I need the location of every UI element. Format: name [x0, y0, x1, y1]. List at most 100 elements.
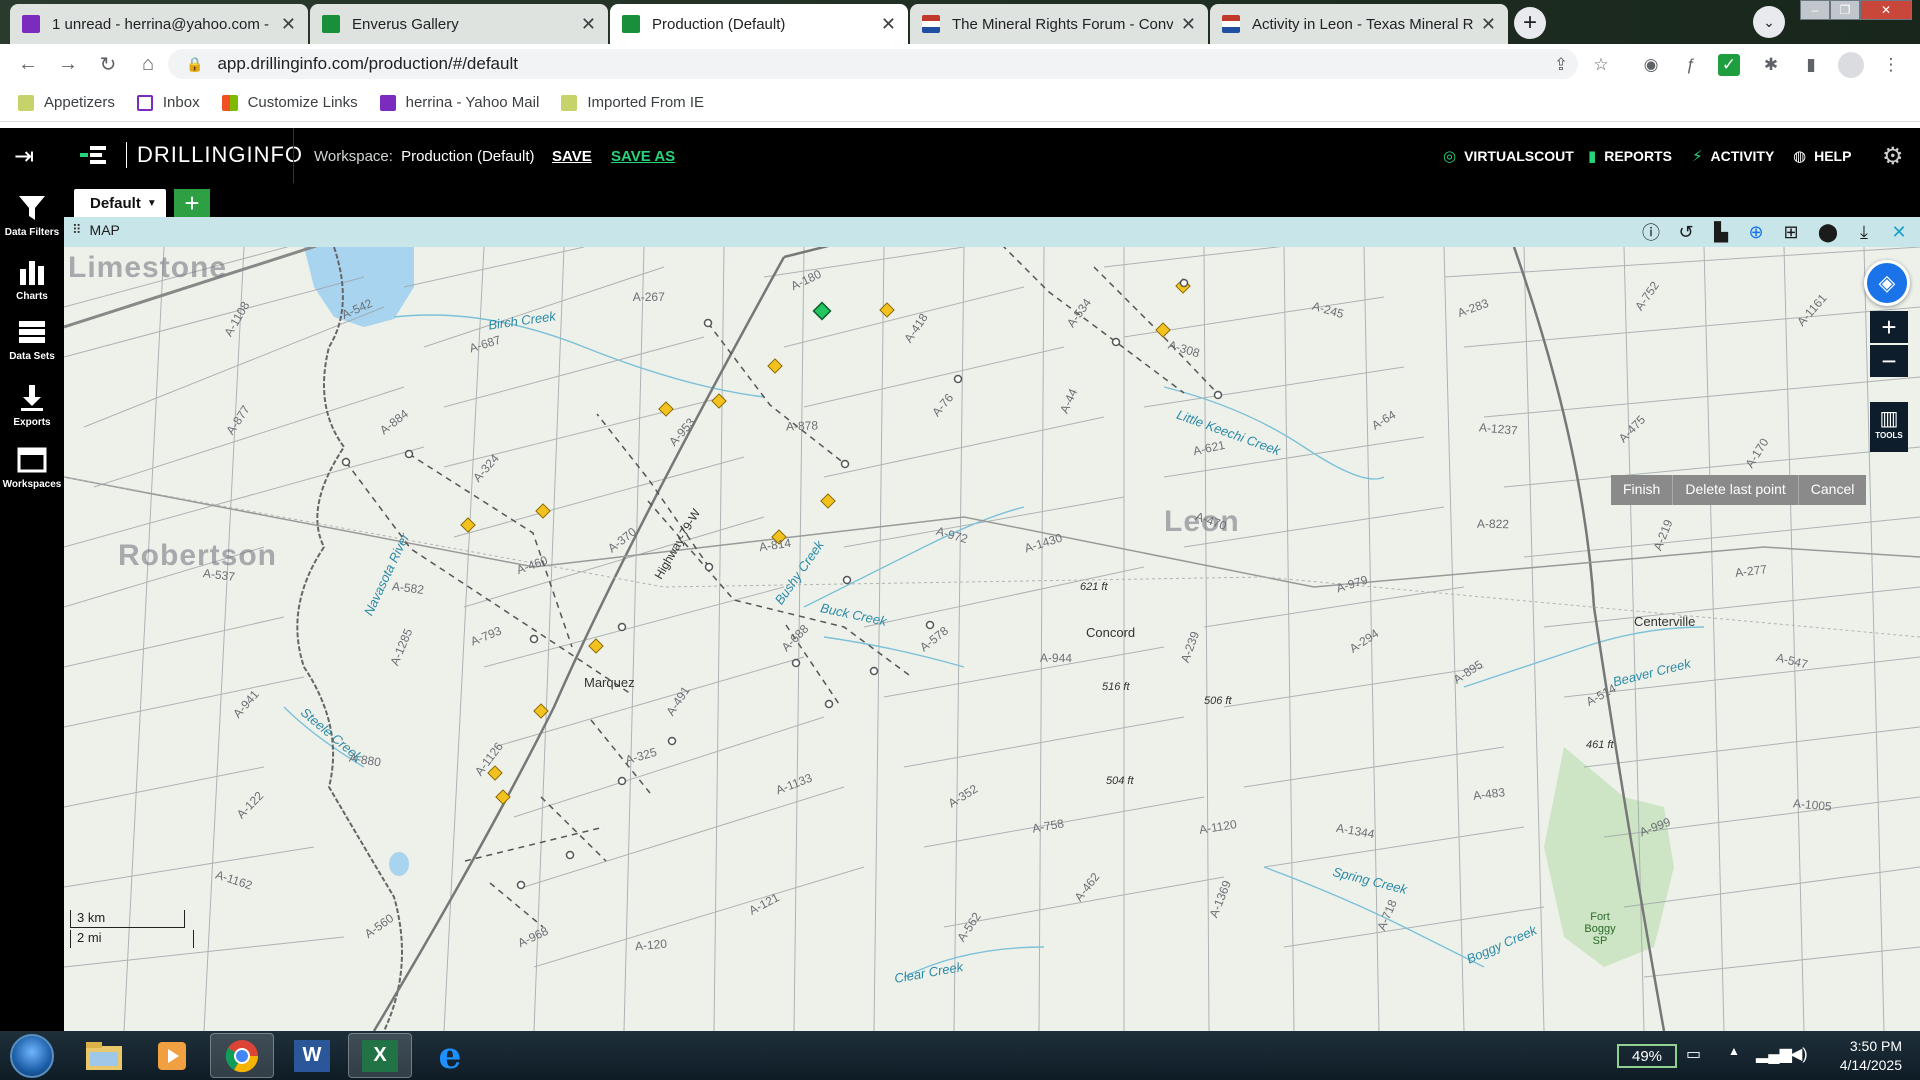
zoom-out-button[interactable]: − — [1870, 345, 1908, 377]
file-explorer-icon[interactable] — [72, 1033, 136, 1078]
virtual-scout-link[interactable]: ◎ VIRTUALSCOUT — [1443, 147, 1574, 165]
well-marker[interactable] — [1155, 322, 1171, 338]
minimize-button[interactable]: – — [1800, 0, 1830, 20]
reload-button[interactable]: ↻ — [94, 50, 122, 78]
well-marker[interactable] — [820, 493, 836, 509]
save-as-button[interactable]: SAVE AS — [611, 148, 675, 165]
tools-button[interactable]: ▥ TOOLS — [1870, 402, 1908, 452]
map-panel-title[interactable]: ⠿ MAP — [72, 222, 120, 238]
browser-tab-yahoo[interactable]: 1 unread - herrina@yahoo.com - ✕ — [10, 4, 308, 44]
chrome-icon[interactable] — [210, 1033, 274, 1078]
checkmark-extension-icon[interactable]: ✓ — [1718, 54, 1740, 76]
bookmark-inbox[interactable]: Inbox — [136, 94, 200, 111]
extension-icon[interactable]: ◉ — [1638, 52, 1664, 78]
signal-bars-icon[interactable]: ▂▄▆ — [1756, 1044, 1792, 1064]
map-canvas[interactable]: Limestone Robertson Leon Marquez Concord… — [64, 247, 1920, 1031]
excel-icon[interactable]: X — [348, 1033, 412, 1078]
bookmark-customize-links[interactable]: Customize Links — [221, 94, 358, 111]
well-marker[interactable] — [711, 393, 727, 409]
browser-tab-activity-leon[interactable]: Activity in Leon - Texas Mineral R ✕ — [1210, 4, 1508, 44]
forum-flag-icon — [922, 15, 940, 33]
forward-button[interactable]: → — [54, 50, 82, 78]
sidebar-item-workspaces[interactable]: Workspaces — [0, 439, 64, 501]
reset-rotate-icon[interactable]: ↺ — [1673, 220, 1699, 244]
sidebar-item-data-sets[interactable]: Data Sets — [0, 311, 64, 373]
expand-sidebar-icon[interactable]: ⇥ — [14, 142, 44, 170]
well-marker[interactable] — [495, 789, 511, 805]
help-link[interactable]: ◍ HELP — [1793, 147, 1851, 165]
puzzle-extensions-icon[interactable]: ✱ — [1758, 52, 1784, 78]
show-hidden-icons-icon[interactable]: ▲ — [1728, 1044, 1740, 1058]
extension-icon[interactable]: ƒ — [1678, 52, 1704, 78]
system-clock[interactable]: 3:50 PM 4/14/2025 — [1822, 1037, 1902, 1075]
bookmark-label: Imported From IE — [587, 94, 705, 111]
activity-link[interactable]: ⚡ ACTIVITY — [1692, 147, 1774, 165]
more-menu-icon[interactable]: ⋮ — [1878, 52, 1904, 78]
browser-tab-enverus-gallery[interactable]: Enverus Gallery ✕ — [310, 4, 608, 44]
well-marker[interactable] — [535, 503, 551, 519]
sidebar-item-charts[interactable]: Charts — [0, 251, 64, 313]
well-marker[interactable] — [658, 401, 674, 417]
well-marker[interactable] — [533, 703, 549, 719]
close-window-button[interactable]: ✕ — [1860, 0, 1912, 20]
browser-tab-mineral-forum[interactable]: The Mineral Rights Forum - Conv ✕ — [910, 4, 1208, 44]
close-tab-icon[interactable]: ✕ — [581, 14, 596, 35]
media-player-icon[interactable] — [140, 1033, 204, 1078]
url-field[interactable]: 🔒 app.drillinginfo.com/production/#/defa… — [168, 49, 1578, 79]
volume-icon[interactable]: ◀) — [1790, 1044, 1808, 1064]
home-button[interactable]: ⌂ — [134, 50, 162, 78]
delete-last-point-button[interactable]: Delete last point — [1673, 475, 1799, 505]
zoom-search-icon[interactable]: ⊕ — [1743, 220, 1769, 244]
close-tab-icon[interactable]: ✕ — [281, 14, 296, 35]
network-adapter-icon[interactable]: ▭ — [1686, 1044, 1701, 1064]
cancel-button[interactable]: Cancel — [1799, 475, 1867, 505]
info-icon[interactable]: ⓘ — [1638, 220, 1664, 244]
tab-search-button[interactable]: ⌄ — [1753, 6, 1785, 38]
map-fold-icon[interactable]: ▙ — [1708, 220, 1734, 244]
location-pin-icon[interactable]: ⬤ — [1815, 220, 1841, 244]
lock-icon[interactable]: 🔒 — [186, 56, 203, 73]
reports-link[interactable]: ▮ REPORTS — [1588, 147, 1672, 165]
bookmark-star-icon[interactable]: ☆ — [1588, 52, 1614, 78]
grid-search-icon[interactable]: ⊞ — [1778, 220, 1804, 244]
word-icon[interactable]: W — [280, 1033, 344, 1078]
battery-indicator[interactable]: 49% — [1617, 1044, 1677, 1068]
start-button[interactable] — [10, 1034, 54, 1078]
bookmark-appetizers[interactable]: Appetizers — [18, 94, 115, 111]
restore-button[interactable]: ❐ — [1830, 0, 1860, 20]
collapse-arrows-icon[interactable]: ✕ — [1886, 220, 1912, 244]
bookmark-yahoo-mail[interactable]: herrina - Yahoo Mail — [379, 94, 539, 111]
bookmark-imported-from-ie[interactable]: Imported From IE — [561, 94, 704, 111]
back-button[interactable]: ← — [14, 50, 42, 78]
sidebar-item-data-filters[interactable]: Data Filters — [0, 187, 64, 249]
windows-taskbar: W X e 49% ▭ ▲ ▂▄▆ ◀) 3:50 PM 4/14/2025 — [0, 1031, 1920, 1080]
county-label-limestone: Limestone — [68, 251, 228, 284]
close-tab-icon[interactable]: ✕ — [881, 14, 896, 35]
save-button[interactable]: SAVE — [552, 148, 592, 165]
new-tab-button[interactable]: + — [1514, 7, 1546, 39]
finish-button[interactable]: Finish — [1611, 475, 1674, 505]
download-icon[interactable]: ⤓ — [1851, 220, 1877, 244]
tab-default[interactable]: Default ▼ — [74, 189, 166, 217]
well-marker[interactable] — [879, 302, 895, 318]
side-panel-icon[interactable]: ▮ — [1798, 52, 1824, 78]
close-tab-icon[interactable]: ✕ — [1481, 14, 1496, 35]
layers-icon[interactable]: ◈ — [1864, 260, 1910, 306]
internet-explorer-icon[interactable]: e — [418, 1033, 482, 1078]
browser-tab-production[interactable]: Production (Default) ✕ — [610, 4, 908, 44]
url-text: app.drillinginfo.com/production/#/defaul… — [217, 54, 518, 73]
add-tab-button[interactable]: + — [174, 188, 210, 218]
well-marker[interactable] — [767, 358, 783, 374]
profile-avatar-icon[interactable] — [1838, 52, 1864, 78]
bookmark-folder-icon — [18, 94, 34, 111]
settings-gear-icon[interactable]: ⚙ — [1882, 142, 1904, 171]
close-tab-icon[interactable]: ✕ — [1181, 14, 1196, 35]
zoom-in-button[interactable]: + — [1870, 311, 1908, 343]
well-marker[interactable] — [588, 638, 604, 654]
share-icon[interactable]: ⇪ — [1548, 52, 1574, 78]
well-marker[interactable] — [460, 517, 476, 533]
sidebar-item-exports[interactable]: Exports — [0, 377, 64, 439]
brand-logo[interactable]: DRILLINGINFO — [80, 142, 303, 168]
drag-handle-icon[interactable]: ⠿ — [72, 222, 82, 238]
selected-well-marker[interactable] — [812, 301, 832, 321]
